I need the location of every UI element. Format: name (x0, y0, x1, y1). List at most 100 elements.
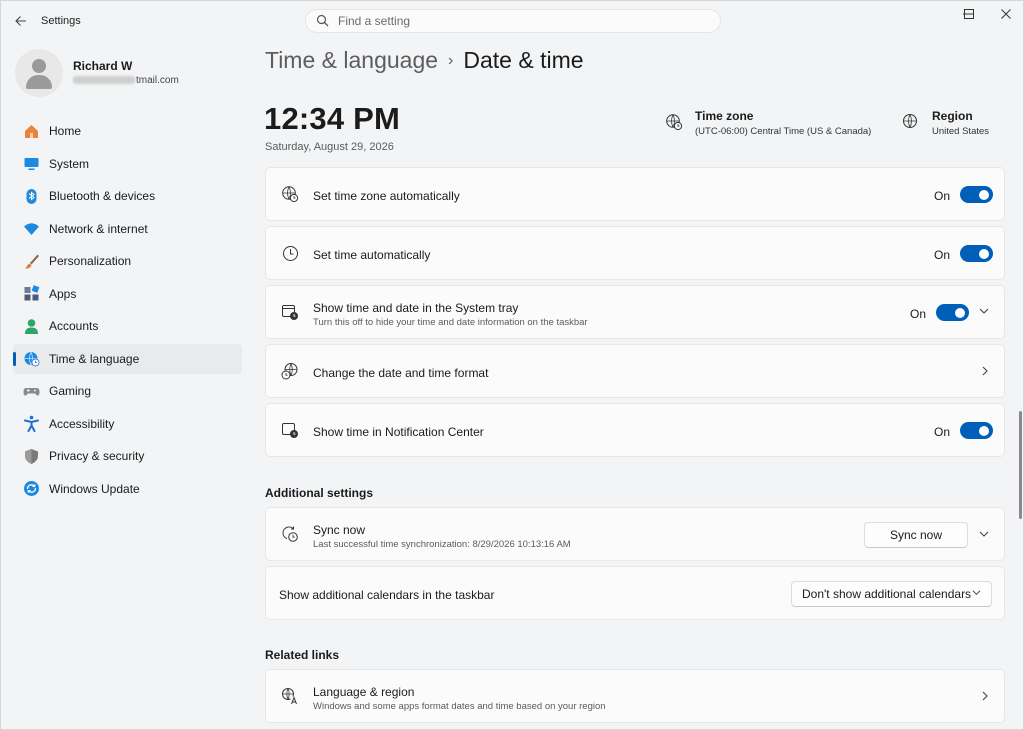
notification-center-toggle[interactable] (960, 422, 993, 439)
close-button[interactable] (989, 5, 1023, 23)
time-auto-toggle[interactable] (960, 245, 993, 262)
sidebar-item-label: Accounts (49, 319, 99, 333)
bluetooth-icon (22, 187, 40, 205)
setting-title: Show time and date in the System tray (313, 301, 519, 315)
setting-title: Set time zone automatically (313, 189, 460, 203)
setting-title: Set time automatically (313, 248, 431, 262)
sidebar-item-apps[interactable]: Apps (13, 279, 242, 309)
close-icon (1001, 9, 1011, 19)
system-tray-toggle[interactable] (936, 304, 969, 321)
redacted-email-mask (73, 76, 135, 85)
sidebar-item-gaming[interactable]: Gaming (13, 376, 242, 406)
app-title: Settings (41, 15, 81, 27)
user-profile[interactable]: Richard W tmail.com (15, 49, 235, 99)
sidebar-item-label: Time & language (49, 351, 140, 366)
region-label: Region (932, 109, 973, 123)
setting-sync-now[interactable]: Sync now Last successful time synchroniz… (265, 507, 1005, 561)
setting-title: Language & region (313, 685, 415, 699)
toggle-state: On (934, 425, 951, 439)
calendar-clock-icon (280, 302, 300, 322)
sidebar-item-personalization[interactable]: Personalization (13, 246, 242, 276)
sidebar-item-label: Windows Update (49, 481, 140, 496)
setting-title: Show time in Notification Center (313, 425, 484, 439)
sidebar-item-bluetooth[interactable]: Bluetooth & devices (13, 181, 242, 211)
sync-now-button[interactable]: Sync now (864, 522, 968, 548)
sidebar-item-label: Home (49, 124, 82, 138)
scrollbar[interactable] (1019, 411, 1022, 519)
dropdown-value: Don't show additional calendars (802, 587, 972, 601)
current-date: Saturday, August 29, 2026 (265, 141, 394, 153)
brush-icon (22, 252, 40, 270)
page-title: Date & time (463, 47, 584, 73)
sidebar-item-label: Privacy & security (49, 449, 145, 463)
globe-icon (902, 113, 918, 132)
maximize-button[interactable] (952, 5, 986, 23)
sidebar-item-label: System (49, 156, 90, 171)
globe-clock-icon (665, 113, 683, 134)
setting-title: Change the date and time format (313, 366, 489, 380)
chevron-down-icon[interactable] (979, 528, 989, 542)
sidebar-item-accounts[interactable]: Accounts (13, 311, 242, 341)
setting-subtitle: Windows and some apps format dates and t… (313, 701, 606, 712)
region-info: Region United States (902, 109, 1002, 141)
setting-title: Show additional calendars in the taskbar (279, 588, 495, 602)
sidebar-item-label: Gaming (49, 384, 92, 398)
accessibility-icon (22, 415, 40, 433)
sidebar-item-time-language[interactable]: Time & language (13, 343, 242, 374)
clock-icon (280, 243, 300, 263)
title-bar: Settings (1, 1, 1023, 41)
accounts-icon (22, 317, 40, 335)
sidebar-item-label: Personalization (49, 254, 132, 268)
timezone-auto-toggle[interactable] (960, 186, 993, 203)
sidebar-item-label: Network & internet (49, 221, 148, 236)
toggle-state: On (910, 307, 927, 321)
chevron-right-icon (980, 690, 990, 704)
region-value: United States (932, 126, 990, 137)
link-language-region[interactable]: Language & region Windows and some apps … (265, 669, 1005, 723)
back-arrow-icon (15, 16, 26, 26)
setting-time-auto: Set time automatically On (265, 226, 1005, 280)
system-icon (22, 155, 40, 173)
profile-email-suffix: tmail.com (136, 75, 179, 86)
sidebar-item-windows-update[interactable]: Windows Update (13, 474, 242, 504)
toggle-state: On (934, 248, 951, 262)
wifi-icon (22, 220, 40, 238)
back-button[interactable] (9, 9, 33, 33)
setting-notification-center: Show time in Notification Center On (265, 403, 1005, 457)
search-input[interactable] (338, 13, 708, 29)
chevron-right-icon (980, 365, 990, 379)
globe-clock-icon (280, 184, 300, 204)
setting-system-tray[interactable]: Show time and date in the System tray Tu… (265, 285, 1005, 339)
chevron-down-icon (972, 588, 981, 599)
chevron-down-icon[interactable] (979, 305, 989, 319)
toggle-state: On (934, 189, 951, 203)
sidebar-item-label: Apps (49, 286, 77, 301)
additional-settings-heading: Additional settings (265, 486, 373, 500)
setting-date-time-format[interactable]: Change the date and time format (265, 344, 1005, 398)
search-icon (316, 14, 329, 30)
current-time: 12:34 PM (264, 101, 400, 136)
sidebar-item-network[interactable]: Network & internet (13, 214, 242, 244)
search-box[interactable] (305, 9, 721, 33)
related-links-heading: Related links (265, 648, 340, 662)
sidebar-item-label: Accessibility (49, 416, 115, 431)
sync-clock-icon (280, 524, 300, 544)
sidebar-item-label: Bluetooth & devices (49, 189, 156, 203)
timezone-info: Time zone (UTC-06:00) Central Time (US &… (665, 109, 875, 141)
maximize-icon (964, 9, 974, 19)
shield-icon (22, 447, 40, 465)
sidebar-item-home[interactable]: Home (13, 116, 242, 146)
globe-format-icon (280, 361, 300, 381)
calendars-dropdown[interactable]: Don't show additional calendars (791, 581, 992, 607)
language-icon (280, 686, 300, 706)
sidebar-item-privacy[interactable]: Privacy & security (13, 441, 242, 471)
gamepad-icon (22, 382, 40, 400)
apps-icon (22, 285, 40, 303)
sidebar-item-system[interactable]: System (13, 149, 242, 179)
timezone-label: Time zone (695, 109, 754, 123)
notification-clock-icon (280, 420, 300, 440)
sidebar-item-accessibility[interactable]: Accessibility (13, 409, 242, 439)
profile-name: Richard W (73, 59, 133, 73)
timezone-value: (UTC-06:00) Central Time (US & Canada) (695, 126, 872, 137)
breadcrumb-parent[interactable]: Time & language (265, 47, 438, 73)
